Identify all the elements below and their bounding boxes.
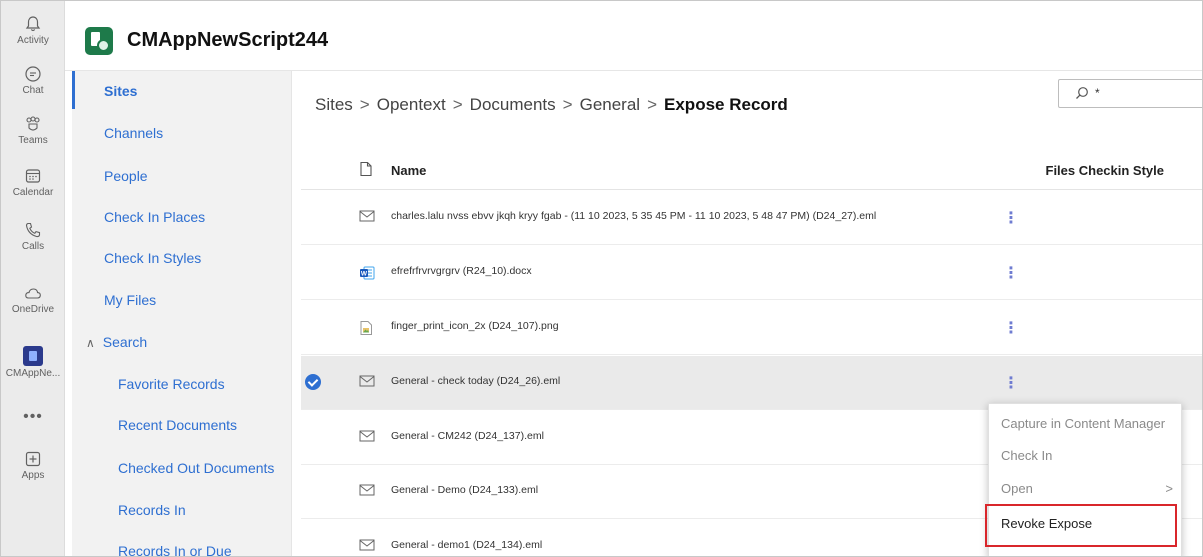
breadcrumb-separator: > <box>359 95 370 114</box>
header-divider <box>301 189 1202 190</box>
rail-item-cmapp[interactable]: CMAppNe... <box>1 346 65 379</box>
more-options-icon[interactable]: ⋮ <box>1003 321 1019 337</box>
search-input[interactable] <box>1095 86 1195 100</box>
file-name[interactable]: finger_print_icon_2x (D24_107).png <box>391 320 559 332</box>
menu-item-open[interactable]: Open > <box>989 473 1183 505</box>
mail-icon <box>359 430 375 442</box>
rail-label: OneDrive <box>11 304 55 315</box>
app-header: CMAppNewScript244 <box>65 1 1202 71</box>
rail-item-onedrive[interactable]: OneDrive <box>1 284 65 315</box>
app-rail: Activity Chat Teams Calendar Calls OneDr… <box>1 1 65 556</box>
rail-item-teams[interactable]: Teams <box>1 115 65 146</box>
breadcrumb-separator: > <box>647 95 658 114</box>
nav-item-records-in-or-due[interactable]: Records In or Due <box>118 543 232 556</box>
nav-item-channels[interactable]: Channels <box>104 125 163 141</box>
menu-item-label: Capture in Content Manager <box>1001 416 1166 431</box>
word-icon: W <box>360 266 375 280</box>
nav-search-label: Search <box>102 334 148 350</box>
rail-item-apps[interactable]: Apps <box>1 450 65 481</box>
more-icon: ••• <box>23 408 43 425</box>
breadcrumb: Sites > Opentext > Documents > General > Expose … <box>315 95 788 115</box>
phone-icon <box>25 222 41 238</box>
rail-label: Chat <box>22 85 44 96</box>
breadcrumb-item[interactable]: General <box>580 95 640 114</box>
breadcrumb-item[interactable]: Documents <box>470 95 556 114</box>
menu-item-label: Open <box>1001 481 1033 496</box>
annotation-highlight-box <box>985 504 1177 547</box>
nav-selected-indicator <box>72 71 75 109</box>
nav-item-favorite-records[interactable]: Favorite Records <box>118 376 225 392</box>
mail-icon <box>359 375 375 387</box>
nav-item-my-files[interactable]: My Files <box>104 292 156 308</box>
table-row[interactable]: finger_print_icon_2x (D24_107).png ⋮ <box>301 301 1202 355</box>
calendar-icon <box>25 169 41 183</box>
nav-item-check-in-styles[interactable]: Check In Styles <box>104 250 201 266</box>
cloud-icon <box>25 288 41 299</box>
app-logo-icon <box>85 27 113 55</box>
column-header-checkin-style[interactable]: Files Checkin Style <box>1046 163 1165 178</box>
chat-icon <box>25 66 41 82</box>
file-name[interactable]: General - demo1 (D24_134).eml <box>391 539 542 551</box>
breadcrumb-item[interactable]: Opentext <box>377 95 446 114</box>
app-tile-icon <box>23 346 43 366</box>
rail-label: Calls <box>21 241 45 252</box>
app-title: CMAppNewScript244 <box>127 29 329 51</box>
breadcrumb-current: Expose Record <box>664 95 788 114</box>
file-name[interactable]: charles.lalu nvss ebvv jkqh kryy fgab - … <box>391 210 876 222</box>
mail-icon <box>359 539 375 551</box>
breadcrumb-item[interactable]: Sites <box>315 95 353 114</box>
menu-item-capture[interactable]: Capture in Content Manager <box>989 408 1183 440</box>
nav-item-check-in-places[interactable]: Check In Places <box>104 209 205 225</box>
rail-label: Apps <box>21 470 45 481</box>
more-options-icon[interactable]: ⋮ <box>1003 266 1019 282</box>
row-checked-icon[interactable] <box>305 374 321 390</box>
file-name[interactable]: General - Demo (D24_133).eml <box>391 484 538 496</box>
teams-window: Activity Chat Teams Calendar Calls OneDr… <box>0 0 1203 557</box>
file-name[interactable]: General - CM242 (D24_137).eml <box>391 430 544 442</box>
table-row[interactable]: W efrefrfrvrvgrgrv (R24_10).docx ⋮ <box>301 246 1202 300</box>
chevron-right-icon: > <box>1165 481 1173 496</box>
table-header: Name Files Checkin Style <box>293 153 1202 187</box>
rail-item-activity[interactable]: Activity <box>1 15 65 46</box>
table-row-selected[interactable]: General - check today (D24_26).eml ⋮ <box>301 356 1202 410</box>
nav-item-checked-out-documents[interactable]: Checked Out Documents <box>118 460 274 476</box>
table-row[interactable]: charles.lalu nvss ebvv jkqh kryy fgab - … <box>301 191 1202 245</box>
rail-label: CMAppNe... <box>5 368 61 379</box>
rail-item-calendar[interactable]: Calendar <box>1 167 65 198</box>
bell-icon <box>25 16 41 32</box>
nav-item-sites[interactable]: Sites <box>104 83 137 99</box>
column-header-name[interactable]: Name <box>391 163 426 178</box>
image-icon <box>360 321 372 335</box>
search-box[interactable] <box>1058 79 1202 108</box>
add-app-icon <box>25 451 41 467</box>
svg-text:W: W <box>361 271 368 278</box>
rail-item-more[interactable]: ••• <box>1 408 65 426</box>
more-options-icon[interactable]: ⋮ <box>1003 211 1019 227</box>
search-icon <box>1076 87 1088 99</box>
chevron-up-icon: ∧ <box>86 336 95 350</box>
nav-item-records-in[interactable]: Records In <box>118 502 186 518</box>
left-nav: Sites Channels People Check In Places Ch… <box>72 71 292 556</box>
mail-icon <box>359 210 375 222</box>
more-options-icon[interactable]: ⋮ <box>1003 376 1019 392</box>
file-name[interactable]: General - check today (D24_26).eml <box>391 375 560 387</box>
file-type-icon <box>360 161 372 177</box>
menu-item-check-in[interactable]: Check In <box>989 440 1183 472</box>
rail-label: Teams <box>18 135 48 146</box>
breadcrumb-separator: > <box>452 95 463 114</box>
nav-item-recent-documents[interactable]: Recent Documents <box>118 417 237 433</box>
file-name[interactable]: efrefrfrvrvgrgrv (R24_10).docx <box>391 265 532 277</box>
rail-label: Calendar <box>12 187 54 198</box>
rail-item-calls[interactable]: Calls <box>1 221 65 252</box>
menu-item-label: Check In <box>1001 448 1053 463</box>
nav-item-people[interactable]: People <box>104 168 148 184</box>
nav-item-search[interactable]: ∧ Search <box>86 334 147 350</box>
teams-icon <box>26 116 40 131</box>
mail-icon <box>359 484 375 496</box>
rail-label: Activity <box>17 35 49 46</box>
breadcrumb-separator: > <box>562 95 573 114</box>
rail-item-chat[interactable]: Chat <box>1 65 65 96</box>
